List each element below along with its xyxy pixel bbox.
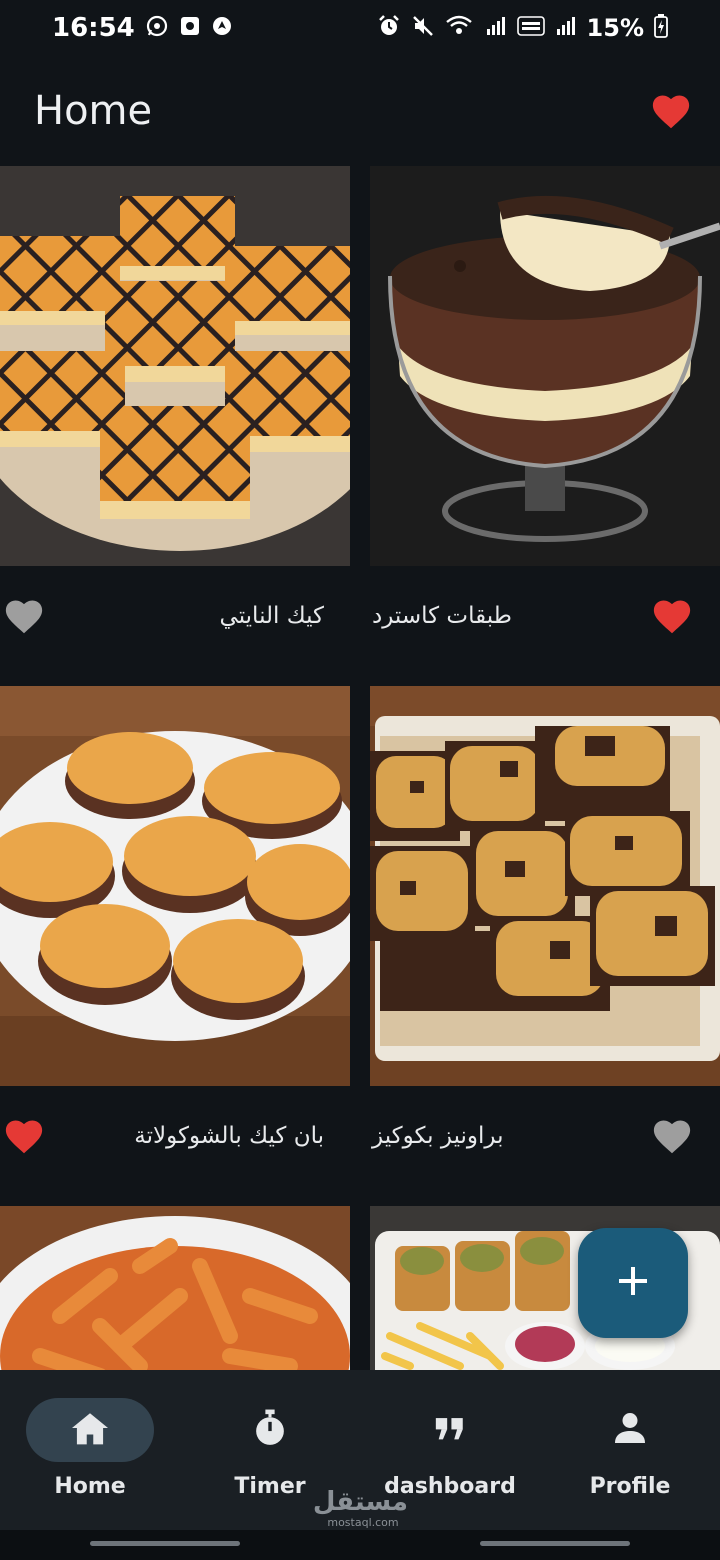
nav-label-timer: Timer: [234, 1474, 306, 1499]
quote-icon: [433, 1413, 467, 1447]
gesture-handle-left[interactable]: [90, 1541, 240, 1546]
stopwatch-icon: [251, 1408, 289, 1452]
gesture-handle-right[interactable]: [480, 1541, 630, 1546]
recipe-grid: كيك النايتي طبقات كاسترد بان كيك بالشوكو…: [0, 166, 720, 1370]
favorite-heart-icon[interactable]: [2, 594, 46, 638]
recipe-title: طبقات كاسترد: [372, 603, 512, 629]
nav-indicator: [566, 1398, 694, 1462]
recipe-image-nighty-cake[interactable]: [0, 166, 350, 566]
favorite-heart-icon[interactable]: [650, 1114, 694, 1158]
status-right: 15%: [377, 14, 668, 42]
add-recipe-button[interactable]: [578, 1228, 688, 1338]
nav-label-profile: Profile: [589, 1474, 671, 1499]
app-bar: Home: [0, 56, 720, 166]
favorite-heart-icon[interactable]: [2, 1114, 46, 1158]
recipe-image-chocolate-pancakes[interactable]: [0, 686, 350, 1086]
watermark: مستقل mostaql.com: [312, 1487, 408, 1529]
recipe-card[interactable]: [0, 1206, 350, 1370]
watermark-latin: mostaql.com: [327, 1516, 399, 1529]
favorite-heart-icon[interactable]: [650, 594, 694, 638]
home-icon: [70, 1410, 110, 1450]
mute-icon: [411, 14, 435, 42]
recipe-card[interactable]: براونيز بكوكيز: [370, 686, 720, 1186]
person-icon: [612, 1410, 648, 1450]
recipe-footer: طبقات كاسترد: [370, 566, 720, 666]
recipe-image-brownie-cookies[interactable]: [370, 686, 720, 1086]
nav-indicator: [386, 1398, 514, 1462]
recipe-footer: بان كيك بالشوكولاتة: [0, 1086, 350, 1186]
nav-item-profile[interactable]: Profile: [540, 1398, 720, 1508]
alarm-icon: [377, 14, 401, 42]
recipe-footer: كيك النايتي: [0, 566, 350, 666]
status-left: 16:54: [52, 13, 233, 43]
recipe-card[interactable]: كيك النايتي: [0, 166, 350, 666]
volte-icon: [516, 14, 545, 42]
recipe-image-custard-layers[interactable]: [370, 166, 720, 566]
watermark-arabic: مستقل: [312, 1487, 408, 1517]
recipe-image-pasta[interactable]: [0, 1206, 350, 1370]
page-title: Home: [34, 88, 153, 134]
status-bar: 16:54 15%: [0, 0, 720, 56]
battery-charging-icon: [654, 14, 668, 42]
signal-icon-2: [555, 15, 577, 41]
system-navigation-bar: [0, 1530, 720, 1560]
recipe-title: كيك النايتي: [219, 603, 324, 629]
battery-percentage: 15%: [586, 14, 644, 42]
recipe-title: بان كيك بالشوكولاتة: [134, 1123, 324, 1149]
recipe-card[interactable]: بان كيك بالشوكولاتة: [0, 686, 350, 1186]
nav-indicator: [206, 1398, 334, 1462]
signal-icon: [485, 15, 507, 41]
navigation-icon: [211, 15, 233, 41]
nav-item-home[interactable]: Home: [0, 1398, 180, 1508]
nav-label-home: Home: [54, 1474, 126, 1499]
whatsapp-icon: [145, 14, 169, 42]
favorites-heart-icon[interactable]: [648, 88, 694, 134]
recipe-footer: براونيز بكوكيز: [370, 1086, 720, 1186]
plus-icon: [617, 1265, 649, 1301]
app-notification-icon: [179, 15, 201, 41]
status-time: 16:54: [52, 13, 135, 43]
nav-indicator: [26, 1398, 154, 1462]
wifi-icon: [445, 14, 475, 42]
recipe-title: براونيز بكوكيز: [372, 1123, 504, 1149]
recipe-card[interactable]: طبقات كاسترد: [370, 166, 720, 666]
